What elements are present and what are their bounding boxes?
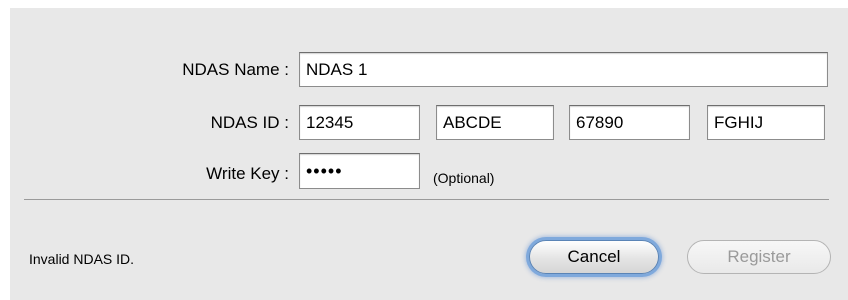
ndas-id-field-2[interactable] <box>436 105 554 140</box>
ndas-name-field[interactable] <box>299 52 828 87</box>
write-key-label: Write Key : <box>206 164 289 183</box>
divider <box>24 199 829 200</box>
cancel-button[interactable]: Cancel <box>529 240 659 274</box>
write-key-optional-hint: (Optional) <box>433 170 495 186</box>
ndas-id-field-3[interactable] <box>569 105 690 140</box>
register-button[interactable]: Register <box>687 240 831 274</box>
ndas-name-label: NDAS Name : <box>182 60 289 79</box>
ndas-id-field-1[interactable] <box>299 105 420 140</box>
status-message: Invalid NDAS ID. <box>29 251 135 267</box>
write-key-field[interactable]: ••••• <box>299 153 420 189</box>
ndas-id-label: NDAS ID : <box>210 113 289 132</box>
ndas-register-dialog: NDAS Name : NDAS ID : Write Key : ••••• … <box>10 8 848 300</box>
ndas-id-field-4[interactable] <box>707 105 825 140</box>
